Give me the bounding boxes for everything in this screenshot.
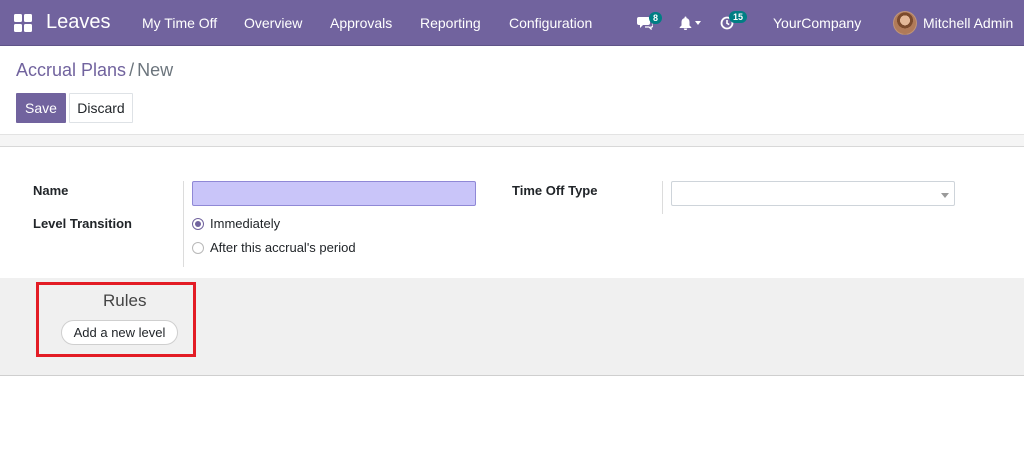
radio-immediately-label: Immediately xyxy=(210,216,281,231)
time-off-type-label: Time Off Type xyxy=(512,183,598,198)
radio-immediately[interactable]: Immediately xyxy=(192,216,280,231)
radio-unchecked-icon[interactable] xyxy=(192,241,204,254)
breadcrumb-current: New xyxy=(137,60,174,80)
company-switcher[interactable]: YourCompany xyxy=(773,0,861,46)
app-name[interactable]: Leaves xyxy=(46,11,111,34)
group-divider xyxy=(662,181,663,214)
discard-button[interactable]: Discard xyxy=(69,93,133,123)
menu-configuration[interactable]: Configuration xyxy=(509,0,592,46)
control-panel-divider xyxy=(0,134,1024,147)
user-menu[interactable]: Mitchell Admin xyxy=(893,0,1013,46)
radio-after-period-label: After this accrual's period xyxy=(210,240,356,255)
chevron-down-icon xyxy=(941,193,949,198)
top-navbar: Leaves My Time Off Overview Approvals Re… xyxy=(0,0,1024,46)
save-button[interactable]: Save xyxy=(16,93,66,123)
bell-icon xyxy=(679,16,692,30)
time-off-type-select[interactable] xyxy=(671,181,955,206)
name-label: Name xyxy=(33,183,69,198)
user-name: Mitchell Admin xyxy=(923,15,1014,31)
level-transition-label: Level Transition xyxy=(33,216,132,231)
breadcrumb-parent[interactable]: Accrual Plans xyxy=(16,60,126,80)
highlight-annotation xyxy=(36,282,196,357)
breadcrumb-separator: / xyxy=(129,60,135,80)
breadcrumb: Accrual Plans / New xyxy=(16,60,173,81)
group-divider xyxy=(183,181,184,267)
avatar xyxy=(893,11,917,35)
menu-reporting[interactable]: Reporting xyxy=(420,0,481,46)
name-input[interactable] xyxy=(192,181,476,206)
menu-approvals[interactable]: Approvals xyxy=(330,0,392,46)
radio-after-period[interactable]: After this accrual's period xyxy=(192,240,356,255)
menu-overview[interactable]: Overview xyxy=(244,0,302,46)
activities-button[interactable]: 15 xyxy=(720,0,748,46)
notifications-button[interactable] xyxy=(679,0,701,46)
activities-badge: 15 xyxy=(729,11,748,23)
radio-checked-icon[interactable] xyxy=(192,217,204,230)
messages-badge: 8 xyxy=(649,12,663,24)
messages-button[interactable]: 8 xyxy=(637,0,663,46)
chevron-down-icon xyxy=(695,21,701,25)
apps-icon[interactable] xyxy=(14,14,32,32)
menu-my-time-off[interactable]: My Time Off xyxy=(142,0,217,46)
